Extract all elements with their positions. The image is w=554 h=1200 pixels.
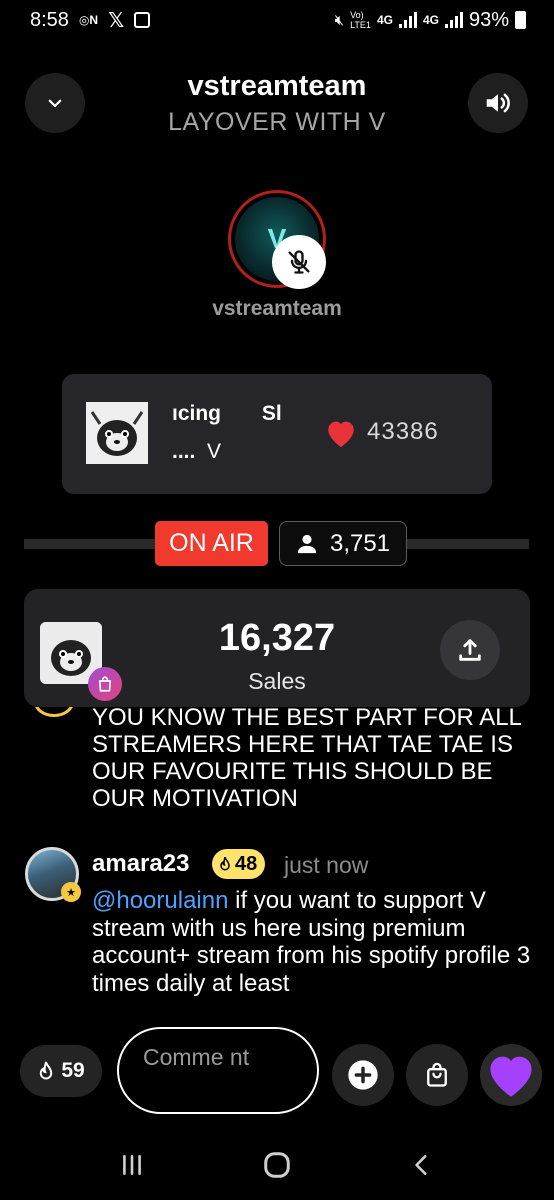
plus-circle-icon <box>348 1060 378 1090</box>
battery-icon <box>515 11 526 29</box>
now-playing-card[interactable]: ıcing Sl .... V 43386 <box>62 374 492 498</box>
x-app-icon: 𝕏 <box>108 9 125 32</box>
host-name: vstreamteam <box>212 297 342 320</box>
signal-icon-2 <box>444 12 463 28</box>
chat-message-previous: YOU KNOW THE BEST PART FOR ALL STREAMERS… <box>92 707 521 812</box>
add-button[interactable] <box>332 1044 394 1106</box>
network-type-1: 4G <box>376 13 393 27</box>
shop-button[interactable] <box>406 1044 468 1106</box>
flame-icon <box>40 1061 53 1080</box>
mic-off-badge <box>272 235 326 289</box>
sound-toggle-button[interactable] <box>468 73 528 133</box>
listener-count: 3,751 <box>329 529 391 557</box>
system-nav-bar <box>0 1130 554 1200</box>
likes-count: 43386 <box>367 418 439 445</box>
status-bar: 8:58 ◎N 𝕏 🔇︎ Vo) LTE1 4G 4G 93% <box>0 0 554 40</box>
previous-avatar <box>34 707 74 717</box>
star-icon: ★ <box>61 882 81 902</box>
signal-icon-1 <box>398 12 417 28</box>
checkbox-notification-icon <box>134 12 151 28</box>
level-badge: 48 <box>212 849 266 879</box>
mute-icon: 🔇︎ <box>334 11 345 29</box>
heart-icon[interactable] <box>324 417 358 449</box>
artist-name: .... V <box>172 440 222 463</box>
battery-percent: 93% <box>468 8 509 31</box>
share-button[interactable] <box>440 620 500 680</box>
divider-left <box>24 539 155 549</box>
person-icon <box>297 534 317 553</box>
chat-feed[interactable]: YOU KNOW THE BEST PART FOR ALL STREAMERS… <box>0 707 554 1027</box>
heart-react-button[interactable] <box>480 1044 542 1106</box>
chat-username[interactable]: amara23 <box>92 850 189 878</box>
shopping-bag-icon <box>427 1062 447 1087</box>
chat-timestamp: just now <box>284 852 369 878</box>
sales-card[interactable]: 16,327 Sales <box>24 589 530 707</box>
mention-link[interactable]: @hoorulainn <box>92 887 228 914</box>
speaker-icon <box>486 93 510 113</box>
share-icon <box>459 639 481 661</box>
flame-icon <box>220 856 230 871</box>
status-time: 8:58 <box>30 8 69 31</box>
mic-off-icon <box>288 250 310 274</box>
on-air-badge: ON AIR <box>155 521 268 566</box>
fire-count: 59 <box>61 1059 85 1082</box>
home-icon[interactable] <box>262 1150 292 1180</box>
purple-heart-icon <box>490 1056 532 1097</box>
song-title: ıcing Sl <box>172 402 282 425</box>
comment-input[interactable]: Comme nt <box>117 1027 319 1114</box>
chat-message-text: @hoorulainn if you want to support V str… <box>92 887 531 997</box>
fire-reactions-button[interactable]: 59 <box>20 1045 102 1097</box>
nfc-icon: ◎N <box>78 13 99 27</box>
listener-count-badge[interactable]: 3,751 <box>279 521 407 566</box>
recents-icon[interactable] <box>119 1152 145 1178</box>
volte-icon: Vo) LTE1 <box>350 10 371 30</box>
album-art <box>86 402 148 464</box>
divider-right <box>407 539 529 549</box>
back-icon[interactable] <box>409 1152 435 1178</box>
network-type-2: 4G <box>422 13 439 27</box>
